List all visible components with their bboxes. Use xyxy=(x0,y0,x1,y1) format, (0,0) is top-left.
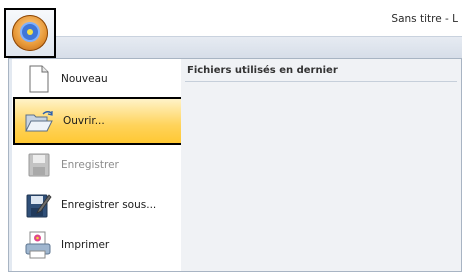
menu-item-new[interactable]: Nouveau xyxy=(13,61,179,97)
new-document-icon xyxy=(29,65,49,93)
application-menu: Nouveau Ouvrir... Enregistrer Enregistre… xyxy=(8,58,462,272)
title-bar: Sans titre - L xyxy=(0,0,462,36)
menu-item-label: Nouveau xyxy=(61,73,108,85)
save-as-icon xyxy=(26,194,52,218)
open-folder-icon xyxy=(25,111,53,132)
menu-item-print[interactable]: Imprimer xyxy=(13,227,187,263)
menu-item-label: Enregistrer xyxy=(61,159,119,171)
menu-item-save[interactable]: Enregistrer xyxy=(13,147,179,183)
application-orb-icon xyxy=(12,15,48,51)
print-icon xyxy=(25,231,51,259)
recent-files-header: Fichiers utilisés en dernier xyxy=(187,65,338,76)
menu-item-label: Ouvrir... xyxy=(63,115,105,127)
recent-files-panel: Fichiers utilisés en dernier xyxy=(181,59,461,271)
ribbon-bar xyxy=(56,36,462,59)
divider xyxy=(185,81,457,82)
menu-item-save-as[interactable]: Enregistrer sous... xyxy=(13,187,179,223)
save-icon xyxy=(28,153,50,177)
menu-item-label: Imprimer xyxy=(61,239,110,251)
menu-item-label: Enregistrer sous... xyxy=(61,199,157,211)
window-title: Sans titre - L xyxy=(391,13,458,25)
menu-item-open[interactable]: Ouvrir... xyxy=(13,97,189,145)
menu-commands: Nouveau Ouvrir... Enregistrer Enregistre… xyxy=(9,59,189,271)
application-button[interactable] xyxy=(4,8,56,58)
